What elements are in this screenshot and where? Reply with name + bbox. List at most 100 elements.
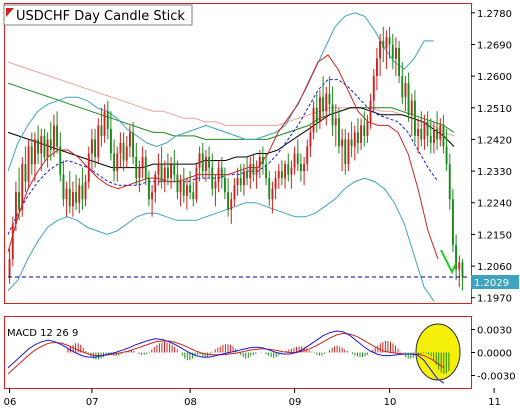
candle-body <box>376 58 378 77</box>
candle-body <box>97 125 100 158</box>
candle-body <box>290 167 293 175</box>
candle-body <box>78 185 81 203</box>
candle-body <box>59 146 62 175</box>
candle-body <box>344 139 347 164</box>
candle-body <box>414 100 416 136</box>
candle-body <box>287 164 290 175</box>
candle-body <box>132 132 134 157</box>
candle-body <box>56 125 58 147</box>
candle-body <box>417 128 419 136</box>
price-y-tick-label: 1.2510 <box>477 104 512 115</box>
candle-body <box>268 178 271 200</box>
candle-body <box>350 139 353 147</box>
candle-body <box>30 146 33 165</box>
chart-title: USDCHF Day Candle Stick <box>16 9 185 24</box>
candle-body <box>186 185 188 196</box>
candle-body <box>27 146 30 182</box>
candle-body <box>262 157 264 164</box>
candle-body <box>116 153 119 172</box>
candle-body <box>382 40 385 48</box>
candle-body <box>325 93 328 112</box>
candle-body <box>198 153 201 168</box>
candle-body <box>151 192 153 200</box>
candle-body <box>439 125 442 140</box>
price-tag: 1.2029 <box>471 275 519 289</box>
candle-body <box>157 164 160 175</box>
price-panel-frame <box>4 3 472 304</box>
candle-body <box>129 132 131 147</box>
candle-body <box>46 139 49 157</box>
x-tick-label: 06 <box>4 397 17 408</box>
candle-body <box>284 164 286 179</box>
candle-body <box>182 181 185 196</box>
price-y-tick-label: 1.2330 <box>477 167 512 178</box>
price-y-tick-label: 1.2150 <box>477 230 512 241</box>
candle-body <box>201 153 204 172</box>
candle-body <box>214 181 217 189</box>
candle-body <box>68 188 71 207</box>
price-y-tick-label: 1.2060 <box>477 262 512 273</box>
candle-body <box>442 125 445 147</box>
candle-body <box>167 167 169 179</box>
candle-body <box>309 132 312 147</box>
candle-body <box>94 139 96 157</box>
candle-body <box>100 125 103 136</box>
candle-body <box>249 164 252 179</box>
macd-y-tick-label: 0.0000 <box>477 349 512 360</box>
candle-body <box>391 44 394 59</box>
candle-body <box>81 185 84 200</box>
candle-body <box>43 135 46 157</box>
candle-body <box>230 199 233 210</box>
candle-body <box>458 262 461 270</box>
candle-body <box>300 164 302 172</box>
candle-body <box>426 121 429 136</box>
candle-body <box>163 167 166 182</box>
candle-body <box>179 181 182 193</box>
candle-body <box>452 199 454 245</box>
candle <box>195 164 198 203</box>
x-tick-label: 09 <box>289 397 302 408</box>
candle-body <box>113 153 115 172</box>
price-y-tick-label: 1.2240 <box>477 199 512 210</box>
candle-body <box>40 135 43 154</box>
candle-body <box>436 128 438 140</box>
candle-body <box>398 48 400 77</box>
candle-body <box>189 185 191 193</box>
candle-body <box>195 167 198 200</box>
candle-body <box>8 259 11 277</box>
candle-body <box>176 174 179 193</box>
candle-body <box>141 157 144 168</box>
candle-body <box>445 146 448 165</box>
candle-body <box>62 174 65 200</box>
candle-body <box>173 164 176 175</box>
highlight-circle <box>415 323 461 381</box>
candle-body <box>106 111 109 129</box>
candle-body <box>119 142 122 154</box>
candle-body <box>293 153 296 168</box>
candle <box>11 216 14 267</box>
candle-body <box>369 100 372 122</box>
candle-body <box>224 178 226 193</box>
candle-body <box>312 107 315 133</box>
candle-body <box>306 146 309 165</box>
candle-body <box>217 167 220 182</box>
candle-body <box>281 171 283 179</box>
candle-body <box>138 167 141 179</box>
candle-body <box>322 97 324 112</box>
candle-body <box>385 37 388 48</box>
candle-body <box>448 164 451 200</box>
candle-body <box>420 128 423 140</box>
candle-body <box>220 167 223 179</box>
candle-body <box>103 111 106 136</box>
candle-body <box>274 178 277 189</box>
price-y-tick-label: 1.1970 <box>477 294 512 305</box>
candle-body <box>72 192 74 207</box>
candle-body <box>331 104 334 126</box>
candle-body <box>404 83 407 98</box>
candle-body <box>429 135 432 143</box>
candle-body <box>357 132 359 143</box>
price-y-tick-label: 1.2600 <box>477 72 512 83</box>
candle-body <box>410 100 413 115</box>
candle-body <box>18 192 20 210</box>
candle-body <box>319 97 321 122</box>
